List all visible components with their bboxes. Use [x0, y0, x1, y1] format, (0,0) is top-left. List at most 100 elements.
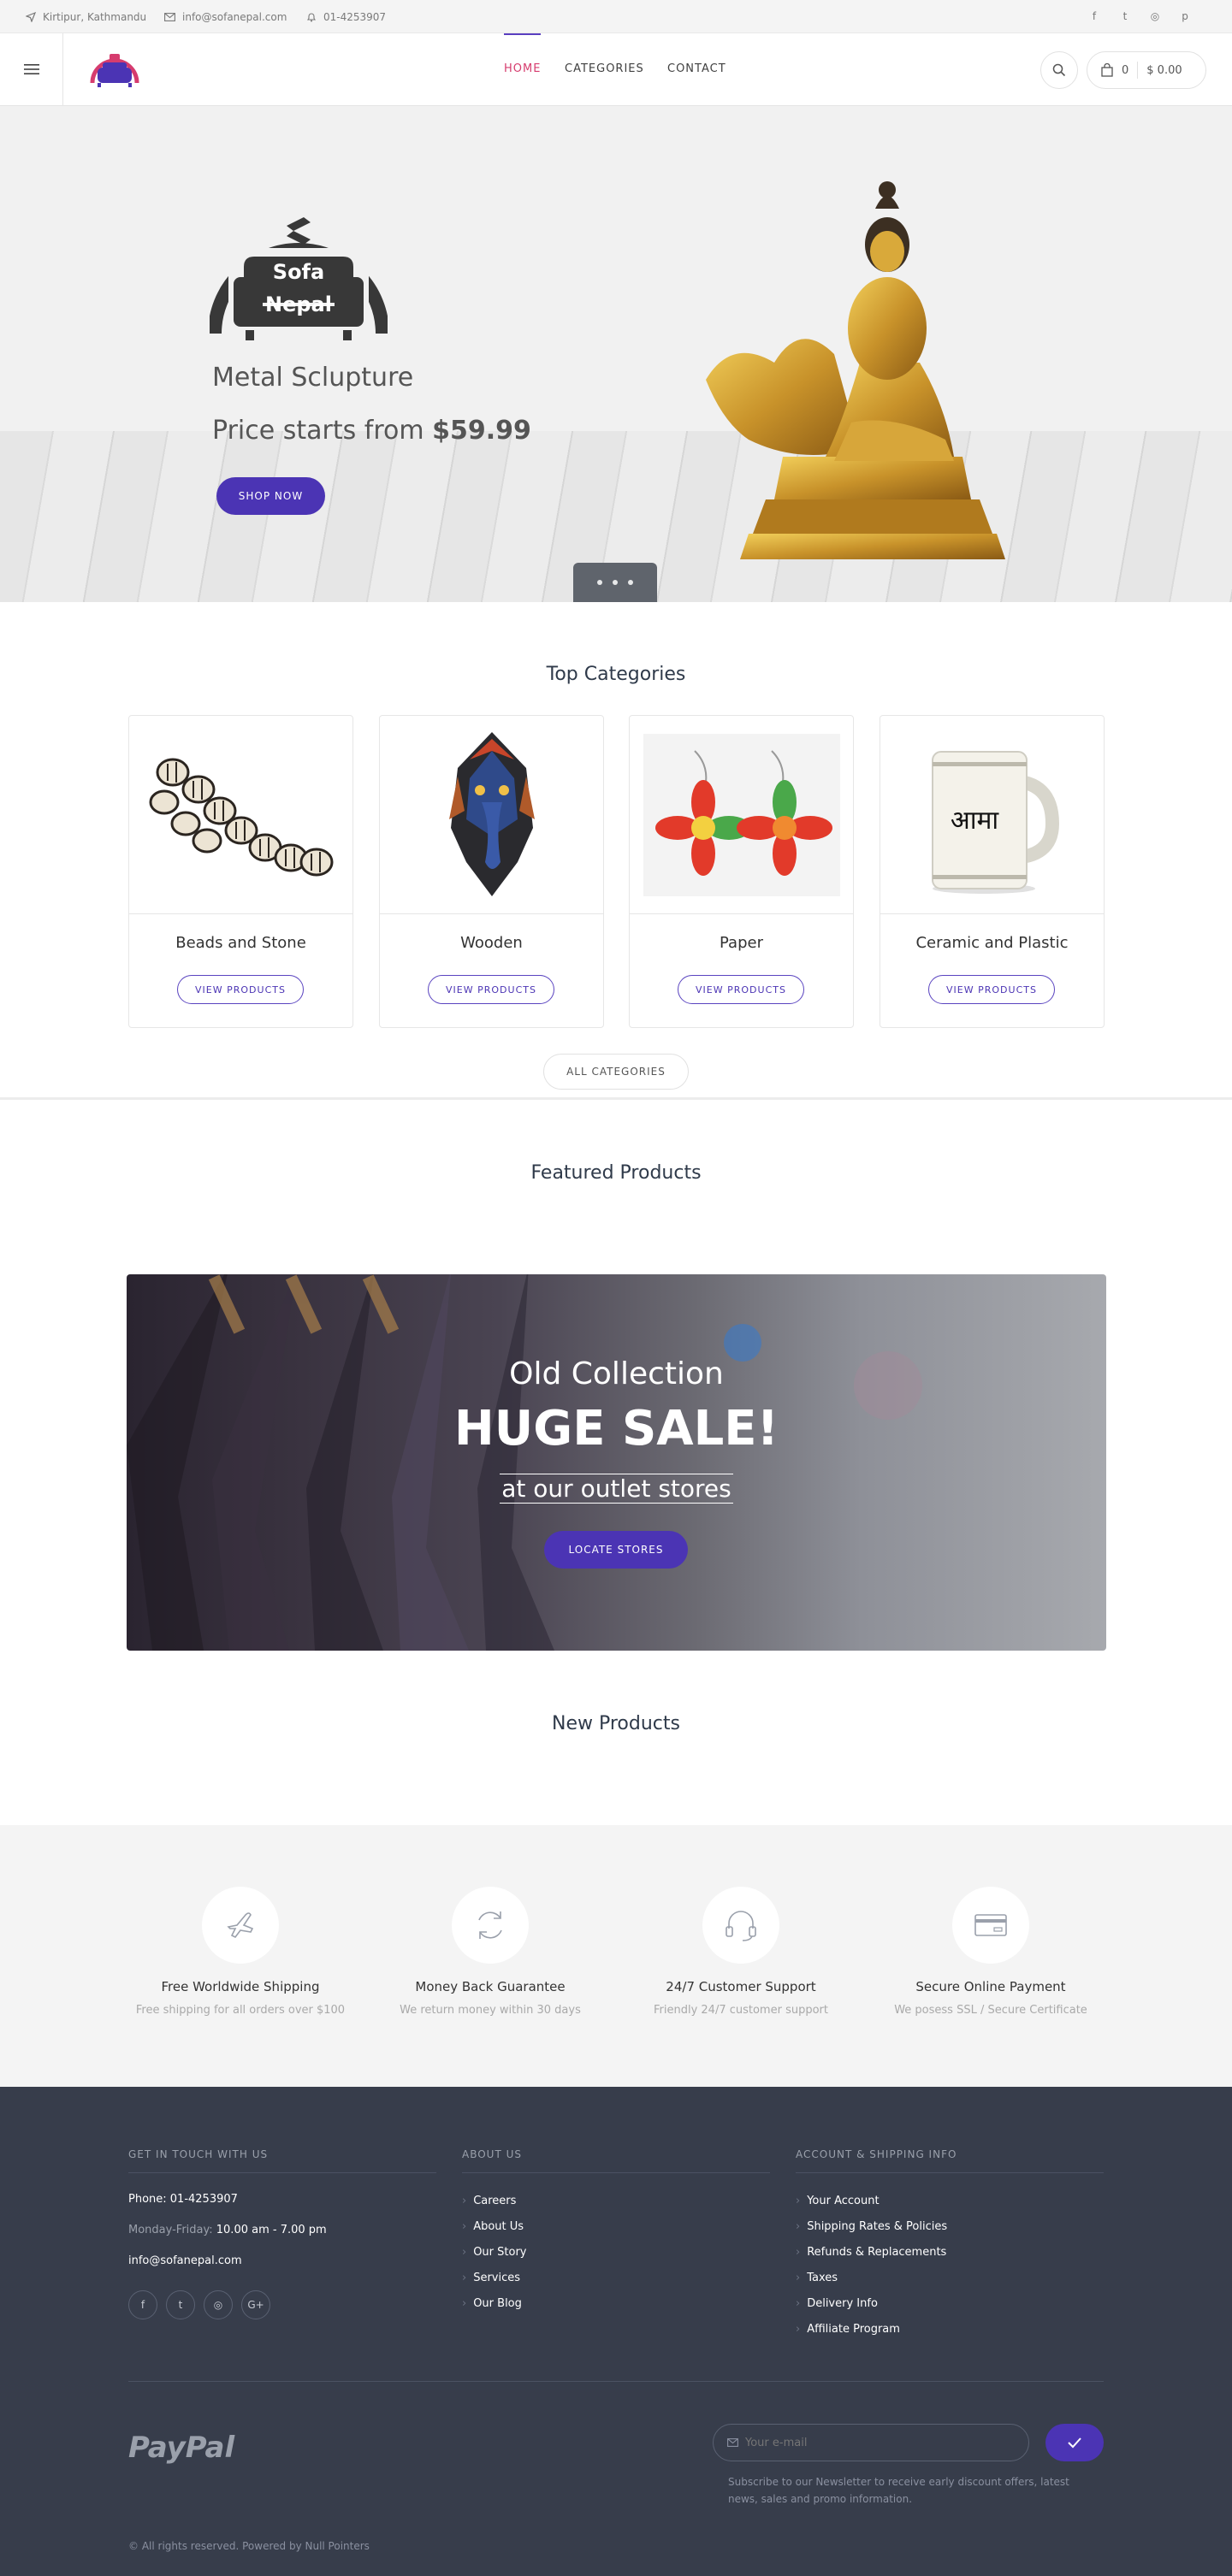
newsletter-email-input[interactable]: [745, 2436, 1002, 2449]
category-image-paper[interactable]: [630, 716, 853, 914]
footer-link[interactable]: › Affiliate Program: [796, 2323, 947, 2349]
footer-link[interactable]: › Shipping Rates & Policies: [796, 2220, 947, 2246]
view-products-button[interactable]: VIEW PRODUCTS: [678, 975, 804, 1004]
category-image-wooden[interactable]: [380, 716, 603, 914]
footer-heading-rule: [462, 2172, 770, 2173]
instagram-icon[interactable]: ◎: [1147, 9, 1163, 24]
feature-subtitle: We return money within 30 days: [400, 2004, 581, 2017]
feature-title: Money Back Guarantee: [415, 1979, 566, 1994]
refresh-icon: [452, 1887, 529, 1964]
cart-total: $ 0.00: [1146, 63, 1182, 77]
hero-title: Metal Sclupture: [212, 363, 414, 393]
category-card[interactable]: Beads and Stone VIEW PRODUCTS: [128, 715, 353, 1028]
google-plus-icon[interactable]: G+: [241, 2290, 270, 2319]
headset-icon: [702, 1887, 779, 1964]
facebook-icon[interactable]: f: [128, 2290, 157, 2319]
hero-sculpture-image: [697, 166, 1040, 594]
view-products-button[interactable]: VIEW PRODUCTS: [928, 975, 1055, 1004]
footer-email[interactable]: info@sofanepal.com: [128, 2254, 242, 2267]
menu-button[interactable]: [0, 33, 63, 105]
bell-icon: [306, 12, 317, 22]
envelope-icon: [727, 2438, 738, 2447]
feature-subtitle: Free shipping for all orders over $100: [135, 2004, 346, 2017]
search-icon: [1052, 63, 1066, 77]
footer-link[interactable]: › Careers: [462, 2195, 527, 2220]
locate-stores-button[interactable]: LOCATE STORES: [544, 1531, 688, 1569]
footer-about-heading: ABOUT US: [462, 2148, 523, 2160]
site-logo[interactable]: [87, 45, 142, 93]
credit-card-icon: [952, 1887, 1029, 1964]
category-card[interactable]: आमा Ceramic and Plastic VIEW PRODUCTS: [880, 715, 1105, 1028]
nav-home[interactable]: HOME: [504, 33, 542, 105]
banner-line1: Old Collection: [509, 1356, 724, 1391]
footer-link[interactable]: › Taxes: [796, 2272, 947, 2297]
mug-text: आमा: [950, 806, 999, 836]
hero-price: $59.99: [432, 416, 531, 446]
category-card[interactable]: Paper VIEW PRODUCTS: [629, 715, 854, 1028]
main-header: HOME CATEGORIES CONTACT 0 $ 0.00: [0, 33, 1232, 106]
slide-dot[interactable]: [628, 580, 633, 585]
cart-count: 0: [1122, 63, 1129, 77]
copyright: © All rights reserved. Powered by Null P…: [128, 2540, 370, 2552]
category-card[interactable]: Wooden VIEW PRODUCTS: [379, 715, 604, 1028]
footer-account-heading: ACCOUNT & SHIPPING INFO: [796, 2148, 957, 2160]
sale-banner: Old Collection HUGE SALE! at our outlet …: [127, 1274, 1106, 1651]
top-bar: Kirtipur, Kathmandu info@sofanepal.com 0…: [0, 0, 1232, 33]
cart-divider: [1137, 62, 1139, 79]
newsletter-subscribe-button[interactable]: [1045, 2424, 1104, 2461]
newsletter-email-field[interactable]: [713, 2424, 1029, 2461]
hero-slider: Sofa Nepal Metal Sclupture Price starts …: [0, 106, 1232, 602]
footer-link[interactable]: › Delivery Info: [796, 2297, 947, 2323]
top-categories-title: Top Categories: [546, 664, 686, 685]
feature-title: 24/7 Customer Support: [666, 1979, 816, 1994]
featured-products-title: Featured Products: [530, 1162, 702, 1184]
slide-dot[interactable]: [597, 580, 602, 585]
clothes-rack-image: [127, 1274, 922, 1651]
slider-pagination: [573, 563, 657, 602]
hero-price-line: Price starts from $59.99: [212, 416, 531, 446]
search-button[interactable]: [1040, 51, 1078, 89]
footer-contact-heading: GET IN TOUCH WITH US: [128, 2148, 269, 2160]
feature-subtitle: We posess SSL / Secure Certificate: [894, 2004, 1087, 2017]
plane-icon: [202, 1887, 279, 1964]
view-products-button[interactable]: VIEW PRODUCTS: [428, 975, 554, 1004]
category-image-ceramic[interactable]: आमा: [880, 716, 1104, 914]
footer-heading-rule: [796, 2172, 1104, 2173]
twitter-icon[interactable]: t: [1117, 9, 1133, 24]
footer-link[interactable]: › About Us: [462, 2220, 527, 2246]
slide-dot[interactable]: [613, 580, 618, 585]
footer-hours-value: 10.00 am - 7.00 pm: [216, 2224, 327, 2236]
shop-now-button[interactable]: SHOP NOW: [216, 477, 325, 515]
feature-subtitle: Friendly 24/7 customer support: [653, 2004, 828, 2017]
checkmark-icon: [1068, 2437, 1081, 2449]
category-image-beads[interactable]: [129, 716, 352, 914]
twitter-icon[interactable]: t: [166, 2290, 195, 2319]
category-name: Wooden: [460, 934, 523, 952]
hamburger-icon: [23, 64, 39, 74]
footer-link[interactable]: › Our Blog: [462, 2297, 527, 2323]
nav-categories[interactable]: CATEGORIES: [565, 33, 644, 105]
footer-phone[interactable]: Phone: 01-4253907: [128, 2193, 238, 2206]
view-products-button[interactable]: VIEW PRODUCTS: [177, 975, 304, 1004]
footer-link[interactable]: › Your Account: [796, 2195, 947, 2220]
instagram-icon[interactable]: ◎: [204, 2290, 233, 2319]
footer-account-links: › Your Account › Shipping Rates & Policies…: [796, 2195, 947, 2349]
pinterest-icon[interactable]: p: [1177, 9, 1193, 24]
location-info: Kirtipur, Kathmandu: [26, 0, 146, 33]
category-name: Beads and Stone: [175, 934, 306, 952]
footer-heading-rule: [128, 2172, 436, 2173]
all-categories-button[interactable]: ALL CATEGORIES: [543, 1054, 689, 1090]
footer-link[interactable]: › Services: [462, 2272, 527, 2297]
banner-line3: at our outlet stores: [500, 1474, 733, 1504]
email-info[interactable]: info@sofanepal.com: [164, 0, 287, 33]
phone-text[interactable]: 01-4253907: [323, 11, 386, 23]
nav-contact[interactable]: CONTACT: [667, 33, 726, 105]
facebook-icon[interactable]: f: [1087, 9, 1102, 24]
cart-button[interactable]: 0 $ 0.00: [1087, 51, 1206, 89]
footer-link[interactable]: › Refunds & Replacements: [796, 2246, 947, 2272]
feature-title: Secure Online Payment: [915, 1979, 1066, 1994]
footer-link[interactable]: › Our Story: [462, 2246, 527, 2272]
phone-info[interactable]: 01-4253907: [306, 0, 386, 33]
site-footer: GET IN TOUCH WITH US Phone: 01-4253907 M…: [0, 2087, 1232, 2576]
email-text[interactable]: info@sofanepal.com: [182, 11, 287, 23]
